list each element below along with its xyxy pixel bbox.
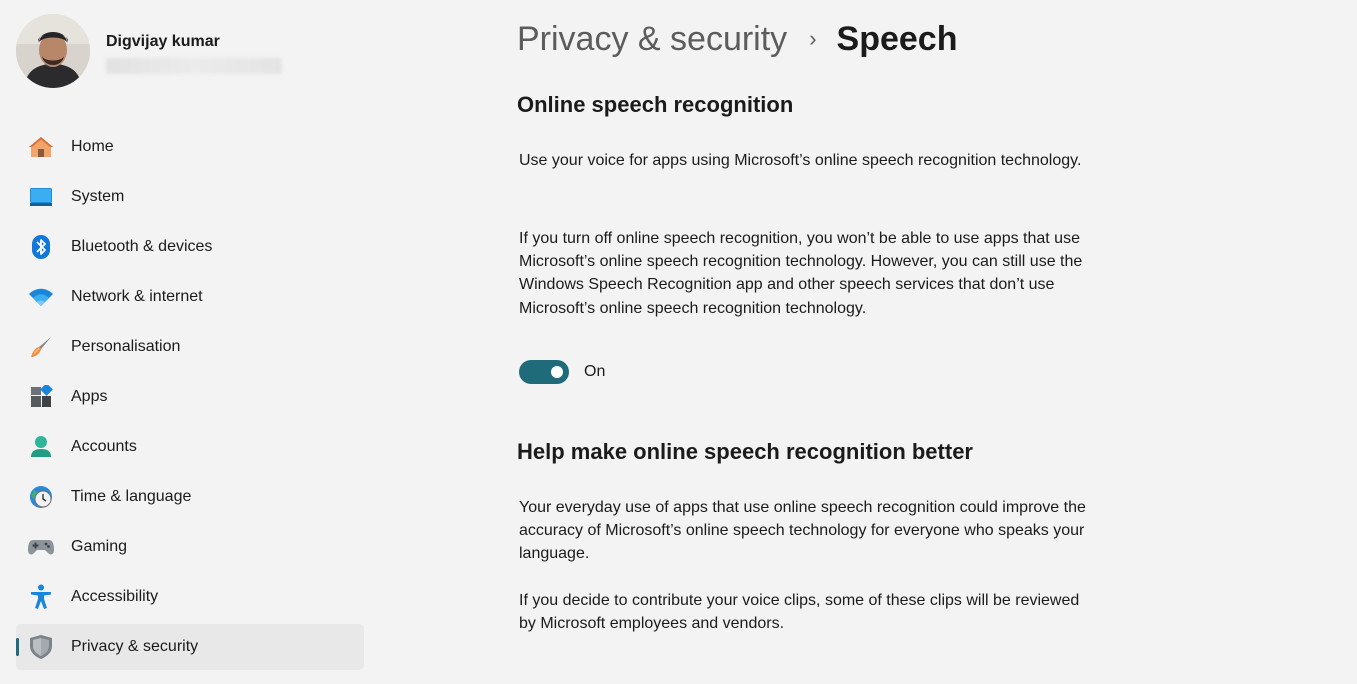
online-speech-toggle-row: On [519,360,605,384]
sidebar-item-personalisation[interactable]: Personalisation [16,324,364,370]
shield-icon [27,633,55,661]
sidebar-item-gaming[interactable]: Gaming [16,524,364,570]
bluetooth-icon [27,233,55,261]
clock-globe-icon [27,483,55,511]
apps-icon [27,383,55,411]
sidebar-item-privacy-security[interactable]: Privacy & security [16,624,364,670]
sidebar-item-label: Accounts [71,438,137,455]
sidebar-item-label: Time & language [71,488,192,505]
toggle-state-label: On [584,363,606,380]
system-icon [27,183,55,211]
sidebar-item-bluetooth[interactable]: Bluetooth & devices [16,224,364,270]
gamepad-icon [27,533,55,561]
breadcrumb: Privacy & security › Speech [517,14,957,64]
page-title: Speech [836,19,958,58]
sidebar-item-system[interactable]: System [16,174,364,220]
user-profile[interactable]: Digvijay kumar [16,14,316,90]
wifi-icon [27,283,55,311]
user-email-redacted [106,58,282,74]
sidebar-item-label: System [71,188,125,205]
brush-icon [27,333,55,361]
section-heading-online-speech: Online speech recognition [517,92,794,117]
sidebar-item-apps[interactable]: Apps [16,374,364,420]
section-note-text: If you decide to contribute your voice c… [519,592,1080,633]
accounts-icon [27,433,55,461]
section-description: Use your voice for apps using Microsoft’… [519,152,1082,169]
sidebar-item-label: Bluetooth & devices [71,238,213,255]
sidebar-item-label: Privacy & security [71,638,199,655]
settings-window: Digvijay kumar Home System Bluetooth & d… [0,0,1357,684]
section-heading-help-improve: Help make online speech recognition bett… [517,439,973,464]
section-warning-text: If you turn off online speech recognitio… [519,230,1083,317]
user-name: Digvijay kumar [106,33,220,50]
sidebar-item-label: Personalisation [71,338,181,355]
avatar [16,14,90,88]
sidebar-item-home[interactable]: Home [16,124,364,170]
sidebar-item-accessibility[interactable]: Accessibility [16,574,364,620]
selection-indicator [16,638,19,656]
sidebar-item-label: Gaming [71,538,128,555]
sidebar-item-label: Home [71,138,114,155]
sidebar-item-network[interactable]: Network & internet [16,274,364,320]
sidebar-item-time-language[interactable]: Time & language [16,474,364,520]
sidebar-item-label: Apps [71,388,108,405]
chevron-right-icon: › [809,26,817,51]
sidebar-item-accounts[interactable]: Accounts [16,424,364,470]
sidebar: Digvijay kumar Home System Bluetooth & d… [0,0,380,684]
accessibility-icon [27,583,55,611]
nav-list: Home System Bluetooth & devices Network … [16,124,364,674]
online-speech-toggle[interactable] [519,360,569,384]
sidebar-item-label: Accessibility [71,588,159,605]
home-icon [27,133,55,161]
section-description: Your everyday use of apps that use onlin… [519,499,1086,563]
toggle-knob [551,366,563,378]
breadcrumb-parent[interactable]: Privacy & security [517,20,787,59]
sidebar-item-label: Network & internet [71,288,203,305]
